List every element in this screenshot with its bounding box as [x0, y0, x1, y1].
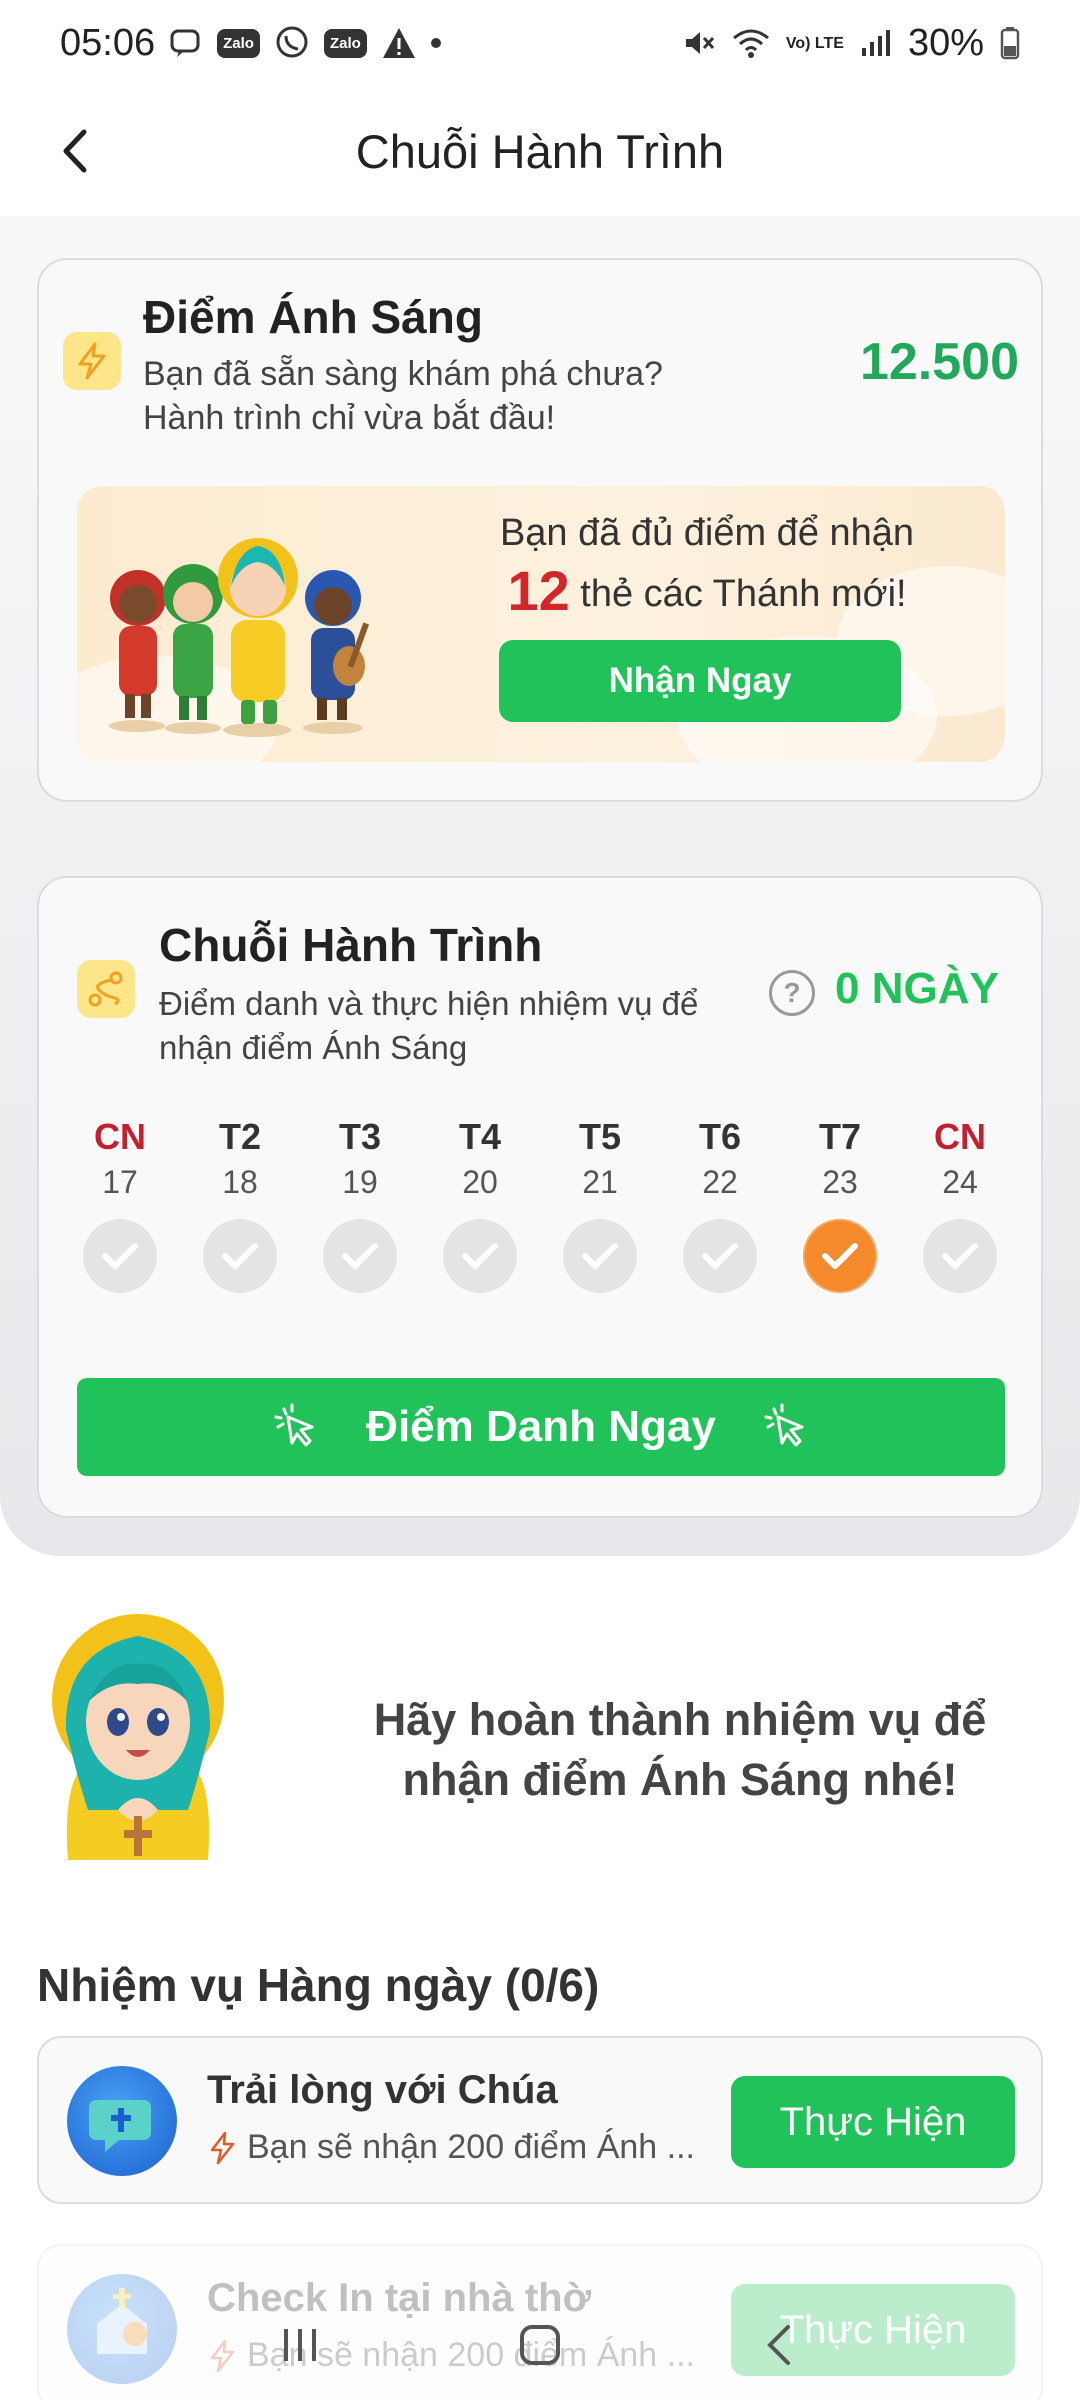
day-check-active-icon [803, 1219, 877, 1293]
tap-cursor-icon [274, 1403, 314, 1447]
day-number: 24 [942, 1164, 978, 1200]
more-notifications-dot-icon [430, 38, 441, 48]
page-title: Chuỗi Hành Trình [355, 124, 725, 178]
streak-description: Điểm danh và thực hiện nhiệm vụ để nhận … [159, 985, 699, 1066]
day-name: T3 [338, 1116, 381, 1157]
day-number: 23 [822, 1164, 858, 1200]
encouragement-message: Hãy hoàn thành nhiệm vụ để nhận điểm Ánh… [373, 1694, 987, 1805]
day-name: T6 [698, 1116, 741, 1157]
day-number: 20 [462, 1164, 498, 1200]
check-in-now-button[interactable]: Điểm Danh Ngay [77, 1378, 1005, 1476]
status-time: 05:06 [60, 21, 156, 64]
light-points-card: Điểm Ánh Sáng Bạn đã sẵn sàng khám phá c… [37, 258, 1043, 802]
viber-notification-icon [274, 25, 310, 61]
back-nav-button[interactable] [740, 2305, 820, 2385]
back-icon [767, 2325, 790, 2365]
task-card: Trải lòng với Chúa Bạn sẽ nhận 200 điểm … [37, 2036, 1043, 2204]
day-column: CN 17 [75, 1116, 165, 1293]
day-number: 18 [222, 1164, 258, 1200]
day-number: 22 [702, 1164, 738, 1200]
day-column: T3 19 [315, 1116, 405, 1293]
check-in-label: Điểm Danh Ngay [366, 1402, 716, 1451]
day-check-icon [83, 1219, 157, 1293]
day-number: 17 [102, 1164, 138, 1200]
day-check-icon [923, 1219, 997, 1293]
wifi-icon [732, 27, 770, 59]
lightning-icon [210, 2131, 235, 2164]
zalo-notification-icon-2: Zalo [323, 28, 367, 58]
home-button[interactable] [500, 2305, 580, 2385]
system-navigation-bar [0, 2290, 1080, 2400]
day-column-today: T7 23 [795, 1116, 885, 1293]
day-column: T2 18 [195, 1116, 285, 1293]
battery-icon [1000, 26, 1020, 60]
help-icon[interactable]: ? [769, 970, 815, 1016]
home-icon [520, 2325, 560, 2365]
status-bar: 05:06 Zalo Zalo Vo) LTE 30% [0, 0, 1080, 86]
journey-streak-card: Chuỗi Hành Trình Điểm danh và thực hiện … [37, 876, 1043, 1518]
streak-day-count: 0 NGÀY [835, 964, 999, 1013]
day-check-icon [203, 1219, 277, 1293]
new-cards-count: 12 [507, 559, 570, 622]
day-name: CN [94, 1116, 146, 1157]
task-do-button[interactable]: Thực Hiện [731, 2076, 1015, 2168]
prayer-chat-icon [67, 2066, 177, 2176]
mascot-girl-illustration [52, 1614, 224, 1860]
points-description: Bạn đã sẵn sàng khám phá chưa? Hành trìn… [143, 355, 663, 437]
saints-characters-illustration [109, 538, 370, 737]
signal-icon [860, 28, 892, 58]
task-reward-text: Bạn sẽ nhận 200 điểm Ánh ... [247, 2128, 695, 2166]
day-number: 19 [342, 1164, 378, 1200]
task-title: Trải lòng với Chúa [207, 2068, 558, 2112]
day-name: T7 [818, 1116, 861, 1157]
banner-line-1: Bạn đã đủ điểm để nhận [499, 512, 915, 554]
streak-title: Chuỗi Hành Trình [159, 919, 543, 971]
points-value: 12.500 [859, 333, 1019, 391]
volte-icon: Vo) LTE [785, 34, 844, 52]
warning-icon [381, 26, 417, 60]
day-check-icon [563, 1219, 637, 1293]
back-button[interactable] [50, 116, 100, 186]
day-name: T5 [578, 1116, 621, 1157]
lightning-icon [63, 332, 121, 390]
mute-icon [682, 26, 716, 60]
app-header: Chuỗi Hành Trình [0, 86, 1080, 216]
task-reward: Bạn sẽ nhận 200 điểm Ánh ... [207, 2128, 727, 2167]
tap-cursor-icon [764, 1403, 804, 1447]
day-name: T4 [458, 1116, 501, 1157]
battery-percent: 30% [907, 21, 984, 64]
message-notification-icon [169, 26, 203, 60]
day-column: CN 24 [915, 1116, 1005, 1293]
recent-apps-button[interactable] [260, 2305, 340, 2385]
route-icon [77, 960, 135, 1018]
day-column: T6 22 [675, 1116, 765, 1293]
day-check-icon [443, 1219, 517, 1293]
points-title: Điểm Ánh Sáng [143, 291, 483, 343]
day-number: 21 [582, 1164, 618, 1200]
day-name: T2 [218, 1116, 261, 1157]
chevron-left-icon [63, 129, 87, 173]
recent-apps-icon [284, 2329, 316, 2361]
claim-now-button[interactable]: Nhận Ngay [499, 640, 901, 722]
day-check-icon [323, 1219, 397, 1293]
day-check-icon [683, 1219, 757, 1293]
day-column: T4 20 [435, 1116, 525, 1293]
zalo-notification-icon: Zalo [217, 28, 260, 58]
banner-line-2: 12 thẻ các Thánh mới! [457, 558, 957, 623]
day-column: T5 21 [555, 1116, 645, 1293]
new-saint-cards-banner: Bạn đã đủ điểm để nhận 12 thẻ các Thánh … [77, 486, 1005, 762]
banner-line-2-text: thẻ các Thánh mới! [580, 573, 907, 615]
daily-tasks-title: Nhiệm vụ Hàng ngày (0/6) [37, 1959, 600, 2011]
day-name: CN [934, 1116, 986, 1157]
